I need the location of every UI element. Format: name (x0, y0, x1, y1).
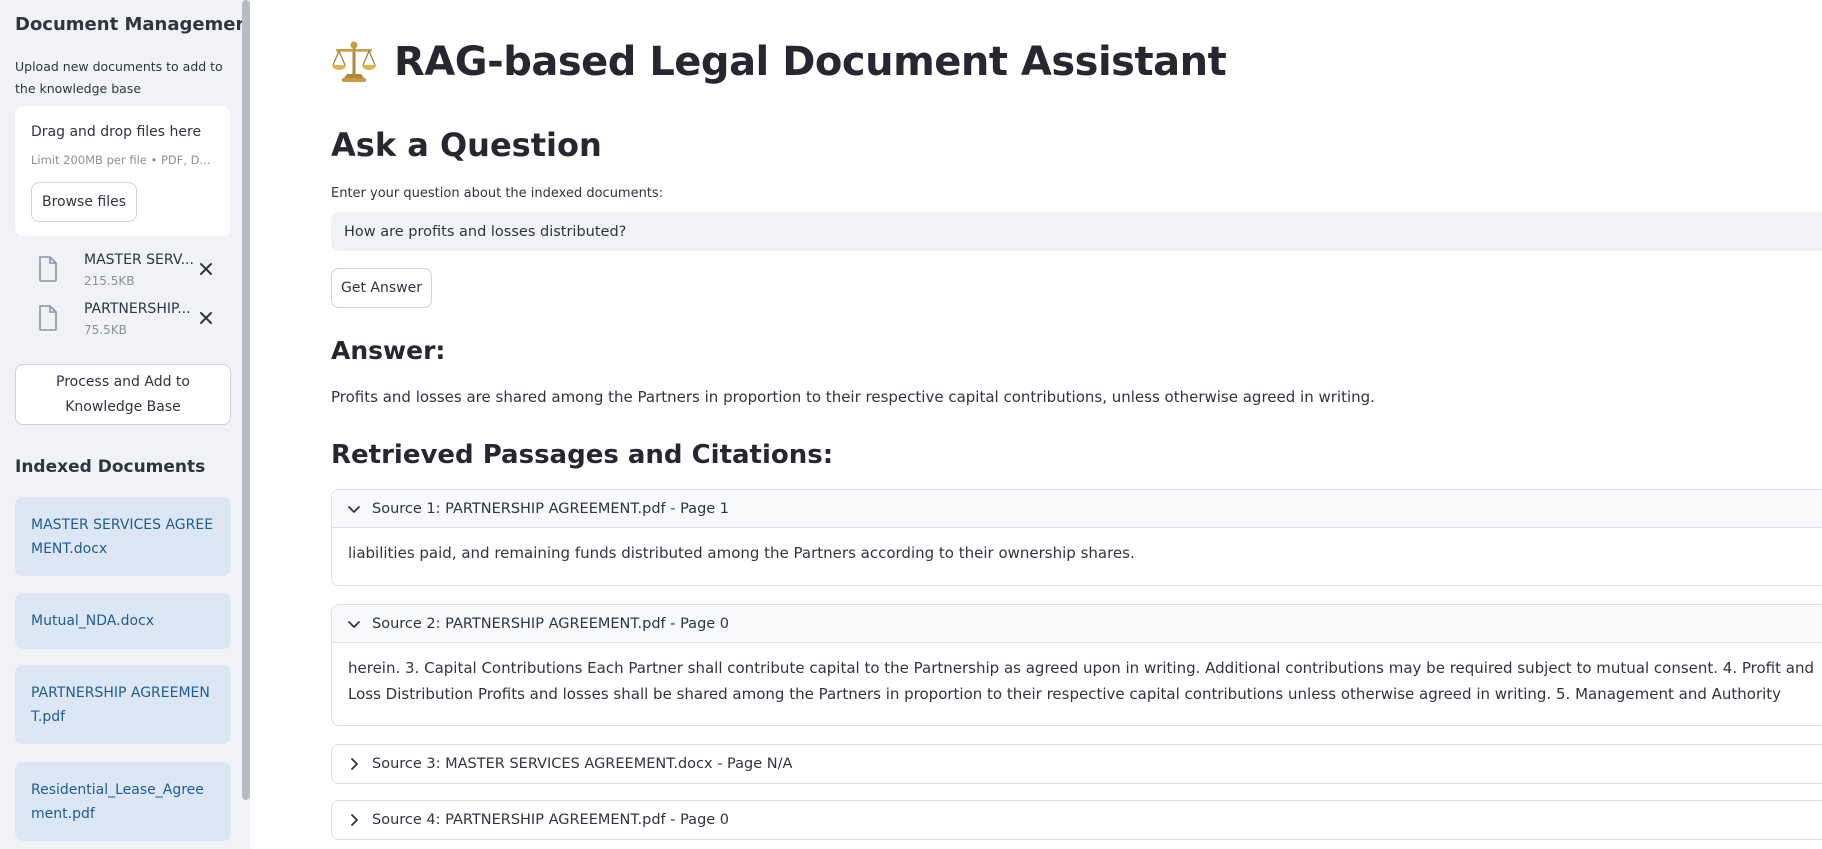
close-icon[interactable] (195, 258, 217, 280)
question-input[interactable] (331, 212, 1822, 251)
get-answer-button[interactable]: Get Answer (331, 268, 432, 308)
dropzone-text: Drag and drop files here (31, 124, 202, 140)
source-content: liabilities paid, and remaining funds di… (348, 544, 1135, 562)
uploaded-file-name: PARTNERSHIP... (84, 301, 191, 317)
chevron-right-icon (351, 758, 358, 770)
process-add-button[interactable]: Process and Add to Knowledge Base (15, 364, 231, 425)
sidebar-title: Document Management (15, 14, 250, 35)
indexed-document-item[interactable]: Residential_Lease_Agreement.pdf (15, 762, 231, 841)
source-expander: Source 1: PARTNERSHIP AGREEMENT.pdf - Pa… (331, 489, 1822, 586)
page-title-text: RAG-based Legal Document Assistant (394, 39, 1227, 85)
sidebar-scrollbar[interactable] (242, 0, 250, 800)
uploaded-file-size: 75.5KB (84, 323, 127, 337)
close-icon[interactable] (195, 307, 217, 329)
source-content: herein. 3. Capital Contributions Each Pa… (348, 659, 1815, 703)
answer-heading: Answer: (331, 336, 446, 365)
dropzone-limit-text: Limit 200MB per file • PDF, D... (31, 153, 211, 167)
question-label: Enter your question about the indexed do… (331, 186, 664, 201)
indexed-document-item[interactable]: Mutual_NDA.docx (15, 593, 231, 649)
browse-files-button[interactable]: Browse files (31, 182, 137, 222)
source-title: Source 2: PARTNERSHIP AGREEMENT.pdf - Pa… (372, 615, 730, 632)
sidebar: Document Management Upload new documents… (0, 0, 250, 849)
indexed-document-item[interactable]: PARTNERSHIP AGREEMENT.pdf (15, 665, 231, 744)
indexed-documents-heading: Indexed Documents (15, 457, 206, 477)
source-expander: Source 4: PARTNERSHIP AGREEMENT.pdf - Pa… (331, 800, 1822, 840)
balance-scale-icon (332, 41, 376, 82)
chevron-down-icon (348, 505, 360, 513)
source-expander: Source 3: MASTER SERVICES AGREEMENT.docx… (331, 744, 1822, 784)
chevron-right-icon (351, 814, 358, 826)
page-title: RAG-based Legal Document Assistant (330, 38, 1227, 86)
uploaded-file-name: MASTER SERV... (84, 252, 194, 268)
source-expander-header[interactable]: Source 4: PARTNERSHIP AGREEMENT.pdf - Pa… (332, 801, 1822, 839)
uploaded-file-item: PARTNERSHIP... 75.5KB (30, 299, 230, 343)
indexed-document-item[interactable]: MASTER SERVICES AGREEMENT.docx (15, 497, 231, 576)
file-icon (39, 256, 57, 282)
sidebar-description: Upload new documents to add to the knowl… (15, 59, 223, 96)
passages-heading: Retrieved Passages and Citations: (331, 440, 834, 470)
file-icon (39, 305, 57, 331)
main-content: RAG-based Legal Document Assistant Ask a… (250, 0, 1822, 849)
source-expander-header[interactable]: Source 2: PARTNERSHIP AGREEMENT.pdf - Pa… (332, 605, 1822, 643)
answer-text: Profits and losses are shared among the … (331, 388, 1375, 406)
ask-question-heading: Ask a Question (331, 126, 602, 164)
source-title: Source 3: MASTER SERVICES AGREEMENT.docx… (372, 756, 793, 772)
uploaded-file-item: MASTER SERV... 215.5KB (30, 250, 230, 294)
chevron-down-icon (348, 620, 360, 628)
app-window: Document Management Upload new documents… (0, 0, 1822, 849)
file-dropzone[interactable]: Drag and drop files here Limit 200MB per… (15, 106, 230, 236)
source-title: Source 4: PARTNERSHIP AGREEMENT.pdf - Pa… (372, 812, 730, 828)
source-expander: Source 2: PARTNERSHIP AGREEMENT.pdf - Pa… (331, 604, 1822, 726)
source-expander-header[interactable]: Source 1: PARTNERSHIP AGREEMENT.pdf - Pa… (332, 490, 1822, 528)
source-title: Source 1: PARTNERSHIP AGREEMENT.pdf - Pa… (372, 500, 730, 517)
uploaded-file-size: 215.5KB (84, 274, 135, 288)
source-expander-header[interactable]: Source 3: MASTER SERVICES AGREEMENT.docx… (332, 745, 1822, 783)
